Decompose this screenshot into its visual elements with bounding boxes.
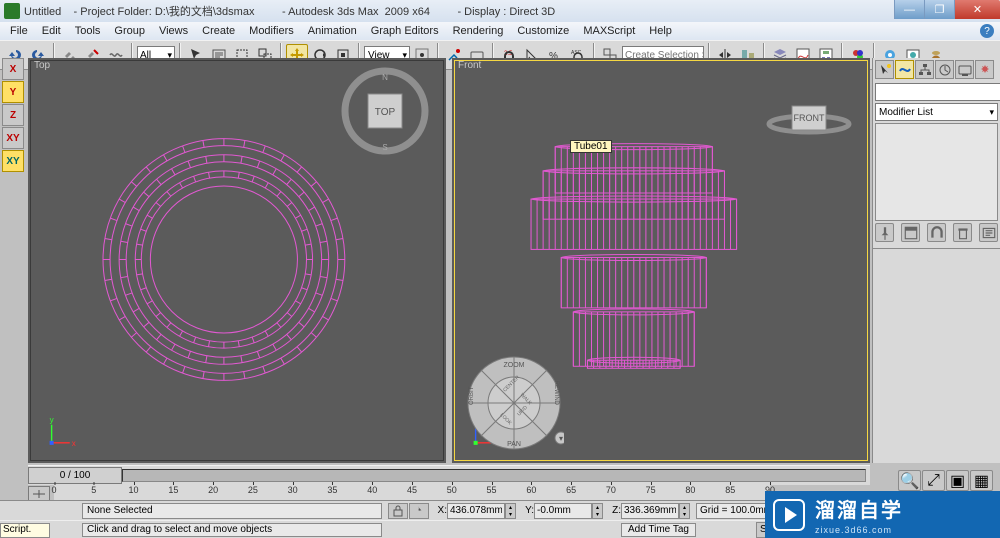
time-slider-thumb[interactable]: 0 / 100: [28, 467, 122, 484]
minimize-button[interactable]: —: [894, 0, 924, 19]
watermark-overlay: 溜溜自学 zixue.3d66.com: [765, 491, 1000, 538]
play-logo-icon: [773, 499, 805, 531]
z-label: Z:: [609, 505, 621, 516]
command-panel: Modifier List: [872, 58, 1000, 463]
close-button[interactable]: ✕: [954, 0, 1000, 19]
zoom-all-button[interactable]: ⤢: [922, 470, 945, 491]
viewport-top[interactable]: Top: [28, 58, 446, 463]
rollout-area[interactable]: [873, 248, 1000, 408]
restrict-y-button[interactable]: Y: [2, 81, 24, 103]
menu-modifiers[interactable]: Modifiers: [243, 24, 300, 38]
svg-text:N: N: [382, 73, 388, 82]
selection-status: None Selected: [82, 503, 382, 519]
menu-rendering[interactable]: Rendering: [447, 24, 510, 38]
make-unique-button[interactable]: [927, 223, 946, 242]
menu-file[interactable]: File: [4, 24, 34, 38]
zoom-button[interactable]: 🔍: [898, 470, 921, 491]
x-input[interactable]: [447, 503, 505, 519]
object-name-input[interactable]: [875, 83, 1000, 101]
svg-text:TOP: TOP: [375, 107, 396, 118]
svg-text:REWIND: REWIND: [553, 381, 559, 406]
viewcube-top[interactable]: N S TOP: [340, 66, 430, 156]
abs-rel-toggle[interactable]: [409, 503, 429, 519]
cp-tab-motion[interactable]: [935, 60, 954, 79]
restrict-plane-button[interactable]: XY: [2, 150, 24, 172]
window-titlebar: Untitled - Project Folder: D:\我的文档\3dsma…: [0, 0, 1000, 22]
z-spinner[interactable]: ▴▾: [679, 503, 690, 519]
menu-create[interactable]: Create: [196, 24, 241, 38]
menu-edit[interactable]: Edit: [36, 24, 67, 38]
menu-help[interactable]: Help: [643, 24, 678, 38]
restrict-x-button[interactable]: X: [2, 58, 24, 80]
app-icon: [4, 3, 20, 19]
restrict-z-button[interactable]: Z: [2, 104, 24, 126]
svg-text:PAN: PAN: [507, 441, 521, 448]
window-title: Untitled - Project Folder: D:\我的文档\3dsma…: [24, 3, 555, 19]
y-spinner[interactable]: ▴▾: [592, 503, 603, 519]
show-end-result-button[interactable]: [901, 223, 920, 242]
modifier-stack[interactable]: [875, 123, 998, 221]
time-slider-rail[interactable]: [122, 469, 866, 482]
menu-group[interactable]: Group: [108, 24, 151, 38]
viewport-area: Top: [28, 58, 870, 463]
svg-text:S: S: [382, 143, 387, 152]
viewport-front[interactable]: Front x z Tube01 FRONT: [452, 58, 870, 463]
menu-views[interactable]: Views: [153, 24, 194, 38]
svg-text:▾: ▾: [559, 434, 563, 443]
svg-text:y: y: [50, 416, 54, 425]
svg-text:ORBIT: ORBIT: [469, 386, 475, 405]
trackbar-ruler[interactable]: 051015202530354045505560657075808590: [54, 485, 770, 500]
x-spinner[interactable]: ▴▾: [505, 503, 516, 519]
command-panel-tabs: [873, 58, 1000, 81]
add-time-tag-button[interactable]: Add Time Tag: [621, 523, 696, 537]
pin-stack-button[interactable]: [875, 223, 894, 242]
cp-tab-utilities[interactable]: [975, 60, 994, 79]
zoom-extents-button[interactable]: ▣: [946, 470, 969, 491]
y-input[interactable]: [534, 503, 592, 519]
configure-sets-button[interactable]: [979, 223, 998, 242]
z-input[interactable]: [621, 503, 679, 519]
axis-constraint-bar: X Y Z XY XY: [2, 58, 26, 172]
menu-animation[interactable]: Animation: [302, 24, 363, 38]
menu-grapheditors[interactable]: Graph Editors: [365, 24, 445, 38]
maxscript-listener-tab[interactable]: Script.: [0, 523, 50, 538]
y-label: Y:: [522, 505, 534, 516]
object-tooltip: Tube01: [570, 140, 612, 153]
restrict-xy-button[interactable]: XY: [2, 127, 24, 149]
selection-lock-button[interactable]: [388, 503, 408, 519]
svg-text:x: x: [72, 439, 76, 448]
menu-tools[interactable]: Tools: [69, 24, 107, 38]
window-controls: — ❐ ✕: [894, 0, 1000, 19]
watermark-url: zixue.3d66.com: [815, 525, 903, 535]
cp-tab-create[interactable]: [875, 60, 894, 79]
svg-text:ZOOM: ZOOM: [504, 362, 525, 369]
time-slider[interactable]: 0 / 100: [28, 465, 870, 485]
viewcube-front[interactable]: FRONT: [764, 66, 854, 136]
maximize-button[interactable]: ❐: [924, 0, 954, 19]
modifier-list-dropdown[interactable]: Modifier List: [875, 103, 998, 121]
cp-tab-display[interactable]: [955, 60, 974, 79]
cp-tab-modify[interactable]: [895, 60, 914, 79]
watermark-brand: 溜溜自学: [815, 500, 903, 522]
help-icon[interactable]: ?: [980, 24, 994, 38]
remove-modifier-button[interactable]: [953, 223, 972, 242]
prompt-text: Click and drag to select and move object…: [82, 523, 382, 537]
steering-wheel[interactable]: ZOOM PAN ORBIT REWIND CENTER WALK LOOK U…: [464, 353, 564, 453]
svg-text:FRONT: FRONT: [794, 113, 825, 123]
menu-bar: File Edit Tools Group Views Create Modif…: [0, 22, 1000, 40]
zoom-extents-all-button[interactable]: ▦: [970, 470, 993, 491]
menu-maxscript[interactable]: MAXScript: [577, 24, 641, 38]
cp-tab-hierarchy[interactable]: [915, 60, 934, 79]
menu-customize[interactable]: Customize: [511, 24, 575, 38]
x-label: X:: [435, 505, 447, 516]
